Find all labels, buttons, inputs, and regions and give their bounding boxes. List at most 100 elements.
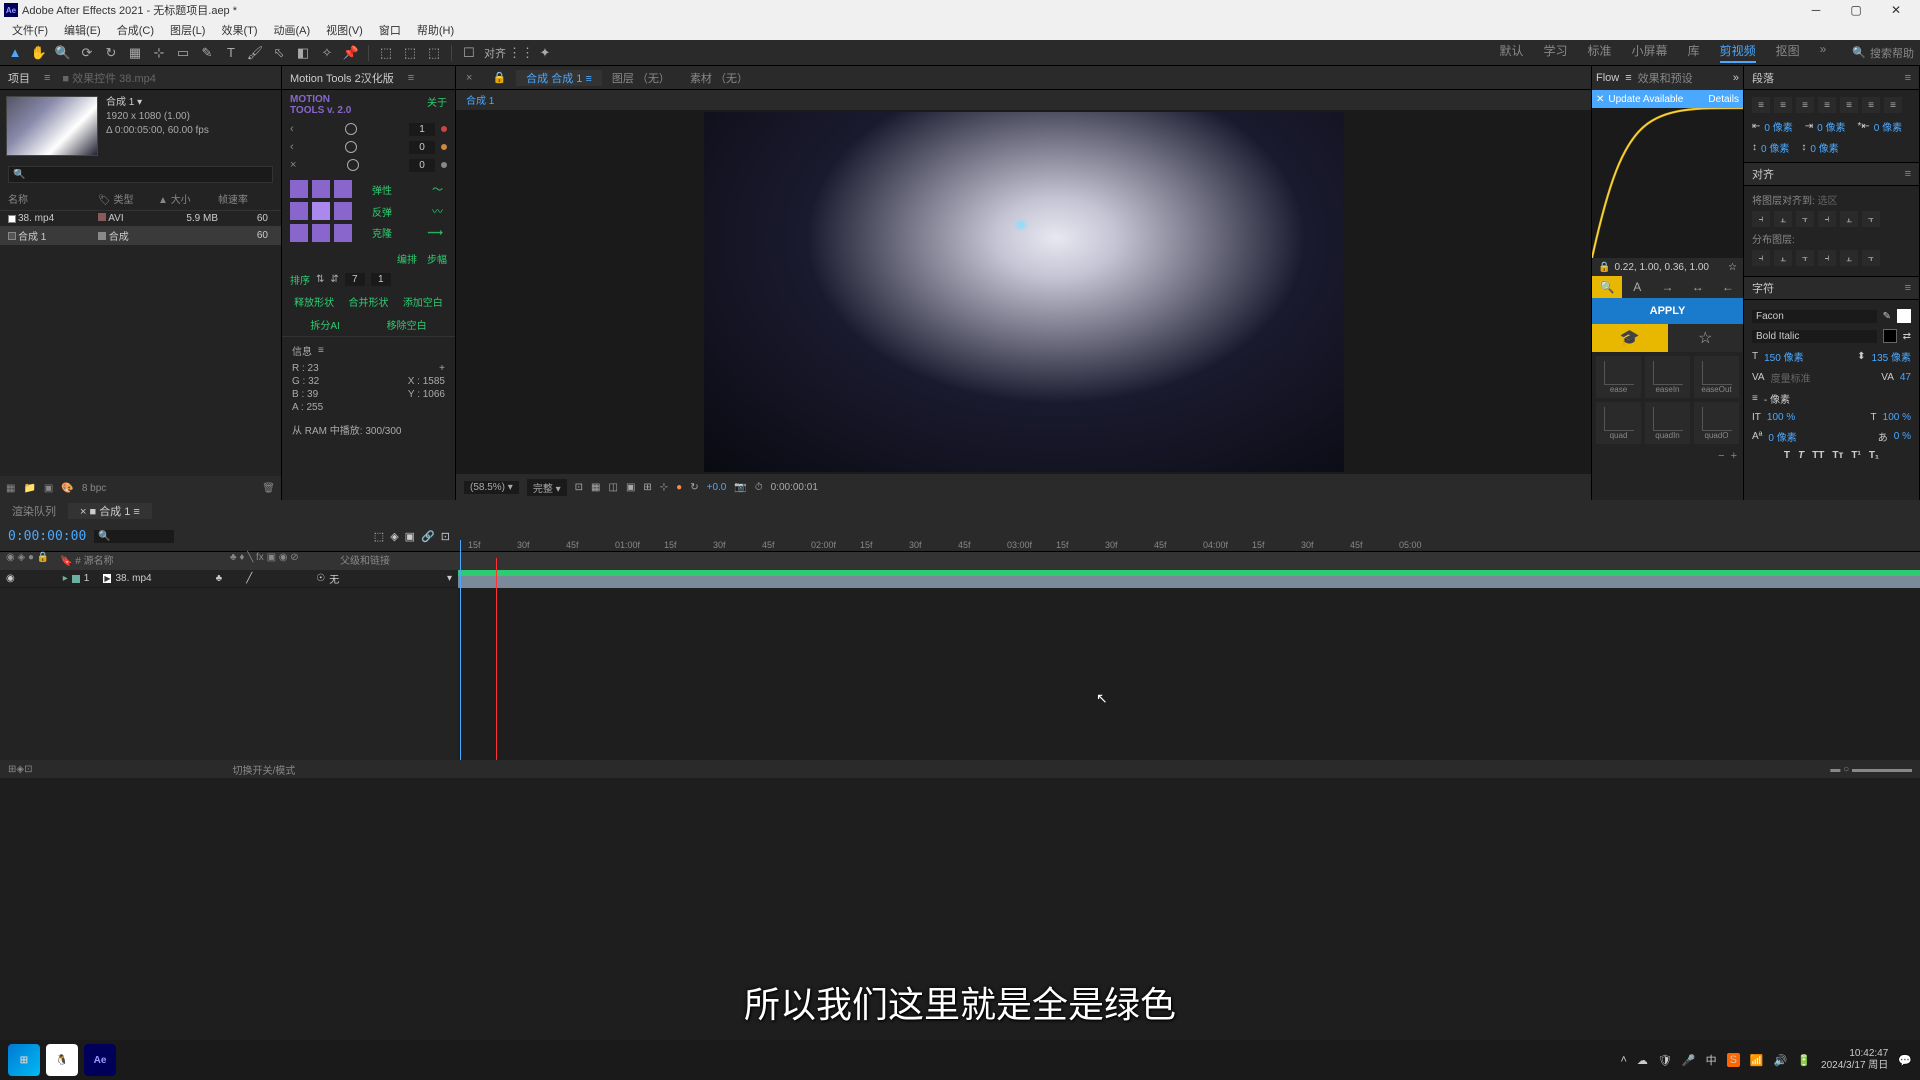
- eyedropper-icon[interactable]: ✎: [1883, 311, 1891, 322]
- project-item-comp[interactable]: 合成 1 合成 60: [0, 226, 281, 245]
- col-type[interactable]: 🏷 类型: [98, 191, 158, 206]
- ime-indicator[interactable]: 中: [1706, 1052, 1717, 1068]
- leading[interactable]: 135 像素: [1872, 349, 1911, 364]
- start-button[interactable]: ⊞: [8, 1044, 40, 1076]
- comp-tab-active[interactable]: 合成 合成 1 ≡: [516, 70, 602, 86]
- hand-tool-icon[interactable]: ✋: [30, 44, 48, 62]
- remove-blank-button[interactable]: 移除空白: [387, 317, 427, 332]
- tray-sogou-icon[interactable]: S: [1727, 1053, 1740, 1067]
- justify-all-icon[interactable]: ≡: [1884, 97, 1902, 113]
- character-tab[interactable]: 字符: [1752, 280, 1774, 296]
- sort-val2[interactable]: 1: [371, 273, 391, 286]
- workspace-editing[interactable]: 剪视频: [1720, 42, 1756, 63]
- comp-tab-close-icon[interactable]: ×: [456, 72, 482, 84]
- paragraph-tab[interactable]: 段落: [1752, 70, 1774, 86]
- snapshot-icon[interactable]: 📷: [734, 482, 746, 493]
- tl-toggle3-icon[interactable]: ⊡: [24, 764, 32, 775]
- hscale[interactable]: 100 %: [1883, 412, 1911, 423]
- project-tab[interactable]: 项目: [8, 70, 30, 86]
- step-button[interactable]: 步幅: [427, 251, 447, 266]
- channel-icon[interactable]: ●: [676, 482, 682, 493]
- align-v-center-icon[interactable]: ⫠: [1840, 211, 1858, 227]
- menu-view[interactable]: 视图(V): [318, 22, 371, 38]
- smallcaps-icon[interactable]: Tᴛ: [1832, 450, 1843, 461]
- timeline-tracks[interactable]: ↖: [458, 570, 1920, 760]
- time-ruler[interactable]: 15f30f45f01:00f15f30f45f02:00f15f30f45f0…: [458, 522, 1920, 552]
- anchor-grid[interactable]: [282, 174, 360, 248]
- slider-1[interactable]: ‹1: [282, 120, 455, 138]
- mask-icon[interactable]: ◫: [608, 482, 617, 493]
- menu-effect[interactable]: 效果(T): [213, 22, 265, 38]
- layer-row-1[interactable]: ◉ ▸ 1 ▶ 38. mp4 ♣╱ ☉ 无 ▾: [0, 570, 458, 588]
- guides-icon[interactable]: ⊹: [660, 482, 668, 493]
- release-shape-button[interactable]: 释放形状: [294, 294, 334, 309]
- transparency-grid-icon[interactable]: ▦: [591, 482, 600, 493]
- align-h-center-icon[interactable]: ⫠: [1774, 211, 1792, 227]
- toggle-switches-button[interactable]: 切换开关/模式: [232, 762, 295, 777]
- justify-right-icon[interactable]: ≡: [1862, 97, 1880, 113]
- workspace-keying[interactable]: 抠图: [1776, 42, 1800, 63]
- effects-presets-tab[interactable]: 效果和预设: [1638, 70, 1693, 86]
- dist-v-center-icon[interactable]: ⫠: [1840, 250, 1858, 266]
- fast-preview-icon[interactable]: ⊡: [575, 482, 583, 493]
- justify-center-icon[interactable]: ≡: [1840, 97, 1858, 113]
- selection-tool-icon[interactable]: ▲: [6, 44, 24, 62]
- color-depth-icon[interactable]: 🎨: [61, 483, 73, 494]
- footage-tab[interactable]: 素材 （无）: [680, 70, 758, 86]
- graduate-icon[interactable]: 🎓: [1592, 324, 1668, 352]
- merge-shape-button[interactable]: 合并形状: [348, 294, 388, 309]
- help-search[interactable]: 🔍 搜索帮助: [1852, 45, 1914, 61]
- tray-battery-icon[interactable]: 🔋: [1797, 1054, 1811, 1067]
- align-v-bottom-icon[interactable]: ⫟: [1862, 211, 1880, 227]
- split-ai-button[interactable]: 拆分AI: [310, 317, 339, 332]
- preset-quadin[interactable]: quadIn: [1645, 402, 1690, 444]
- tl-icon4[interactable]: 🔗: [421, 530, 435, 543]
- tray-icon1[interactable]: ☁: [1637, 1054, 1648, 1067]
- grid-icon[interactable]: ⊞: [643, 482, 651, 493]
- tray-chevron-icon[interactable]: ˄: [1620, 1054, 1626, 1066]
- anchor-tool-icon[interactable]: ⊹: [150, 44, 168, 62]
- timecode-icon[interactable]: ⏱: [755, 482, 763, 493]
- preset-easein[interactable]: easeIn: [1645, 356, 1690, 398]
- project-tab-menu-icon[interactable]: ≡: [44, 72, 50, 84]
- flow-left-icon[interactable]: ←: [1713, 276, 1743, 298]
- motion-tools-menu-icon[interactable]: ≡: [408, 72, 414, 84]
- current-time-display[interactable]: 0:00:00:00: [8, 529, 86, 544]
- col-size[interactable]: ▲ 大小: [158, 191, 218, 206]
- flow-curve-editor[interactable]: [1592, 108, 1743, 258]
- flow-minus-icon[interactable]: −: [1718, 450, 1724, 462]
- favorite-icon[interactable]: ☆: [1668, 324, 1744, 352]
- playhead[interactable]: [460, 540, 461, 760]
- tl-icon1[interactable]: ⬚: [374, 530, 384, 543]
- lock-icon[interactable]: 🔒: [1598, 262, 1610, 273]
- fill-color[interactable]: [1897, 309, 1911, 323]
- world-axis-icon[interactable]: ⬚: [401, 44, 419, 62]
- interpret-footage-icon[interactable]: ▦: [6, 483, 15, 494]
- tracking[interactable]: 47: [1900, 372, 1911, 383]
- snap-checkbox[interactable]: ☐: [460, 44, 478, 62]
- new-folder-icon[interactable]: 📁: [23, 483, 35, 494]
- sort-button[interactable]: 排序: [290, 272, 310, 287]
- local-axis-icon[interactable]: ⬚: [377, 44, 395, 62]
- view-axis-icon[interactable]: ⬚: [425, 44, 443, 62]
- render-queue-tab[interactable]: 渲染队列: [0, 503, 68, 519]
- workspace-more-icon[interactable]: »: [1820, 42, 1827, 63]
- menu-layer[interactable]: 图层(L): [162, 22, 213, 38]
- zoom-tool-icon[interactable]: 🔍: [54, 44, 72, 62]
- info-menu-icon[interactable]: ≡: [318, 345, 324, 356]
- resolution-dropdown[interactable]: 完整 ▾: [527, 479, 567, 496]
- menu-file[interactable]: 文件(F): [4, 22, 56, 38]
- snap-opt-icon[interactable]: ⋮⋮: [512, 44, 530, 62]
- close-button[interactable]: ✕: [1876, 0, 1916, 20]
- add-blank-button[interactable]: 添加空白: [403, 294, 443, 309]
- dist-h-center-icon[interactable]: ⫠: [1774, 250, 1792, 266]
- preset-quadout[interactable]: quadO: [1694, 402, 1739, 444]
- eraser-tool-icon[interactable]: ◧: [294, 44, 312, 62]
- dist-v-bottom-icon[interactable]: ⫟: [1862, 250, 1880, 266]
- menu-help[interactable]: 帮助(H): [409, 22, 462, 38]
- tl-icon3[interactable]: ▣: [405, 530, 415, 543]
- composition-viewer[interactable]: [456, 110, 1591, 474]
- workspace-default[interactable]: 默认: [1500, 42, 1524, 63]
- maximize-button[interactable]: ▢: [1836, 0, 1876, 20]
- brush-tool-icon[interactable]: 🖌: [246, 44, 264, 62]
